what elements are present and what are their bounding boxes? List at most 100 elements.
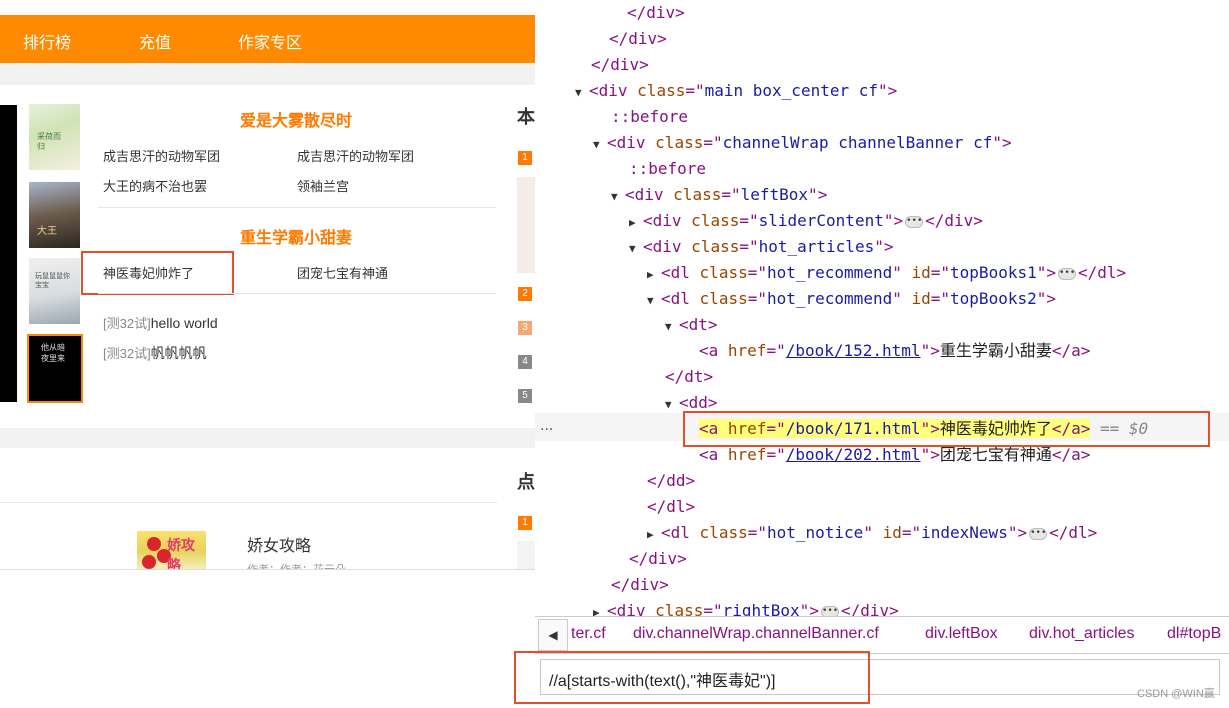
tag-open: > <box>893 211 904 230</box>
hot-link[interactable]: 大王的病不治也罢 <box>103 176 207 195</box>
breadcrumb: ◀ ter.cf div.channelWrap.channelBanner.c… <box>535 616 1229 654</box>
top-books2-title[interactable]: 重生学霸小甜妻 <box>240 224 352 248</box>
slider-content[interactable] <box>0 105 17 402</box>
tree-node[interactable]: ▼ <div class="main box_center cf"> <box>575 78 897 104</box>
tree-node[interactable]: </dt> <box>665 364 713 390</box>
hot-link[interactable]: 成吉思汗的动物军团 <box>103 146 220 165</box>
book-cover[interactable]: 玩鼠鼠鼠你宝宝 <box>29 258 80 324</box>
attr-value: hot_recommend <box>766 263 893 282</box>
nav-recharge[interactable]: 充值 <box>139 29 171 53</box>
tree-space <box>646 601 656 616</box>
tree-space <box>682 237 692 256</box>
tag-close: </div> <box>629 549 687 568</box>
attr-name: class <box>637 81 686 100</box>
tag-open: <div <box>643 237 682 256</box>
pseudo-element: ::before <box>611 107 689 126</box>
tree-token: " <box>892 263 902 282</box>
book-card-author: 作者：作者：花云朵 <box>247 563 346 570</box>
highlight-box <box>683 411 1210 447</box>
tree-node[interactable]: ▼ <dl class="hot_recommend" id="topBooks2… <box>647 286 1056 312</box>
tree-token: =" <box>703 601 723 616</box>
nav-rank[interactable]: 排行榜 <box>23 29 71 53</box>
tag-open: > <box>817 185 828 204</box>
tag-close: </dd> <box>647 471 696 490</box>
ellipsis-icon: ••• <box>820 605 839 616</box>
breadcrumb-item[interactable]: div.hot_articles <box>1029 625 1135 643</box>
tree-node[interactable]: <a href="/book/152.html">重生学霸小甜妻</a> <box>699 338 1090 364</box>
attr-value: main box_center cf <box>704 81 878 100</box>
tree-node[interactable]: ▼ <div class="channelWrap channelBanner c… <box>593 130 1012 156</box>
tag-close: </dl> <box>1049 523 1098 542</box>
elements-tree[interactable]: </div> </div> </div> ▼ <div class="main box_… <box>535 0 1229 616</box>
screenshot: 排行榜 充值 作家专区 采荷而归 大王 玩鼠鼠鼠你宝宝 他从暗夜里来 爱是大雾散… <box>0 0 1229 708</box>
attr-value: leftBox <box>740 185 809 204</box>
band-top <box>0 63 535 85</box>
tree-node[interactable]: </dl> <box>647 494 695 520</box>
book-cover[interactable]: 采荷而归 <box>29 104 80 170</box>
breadcrumb-item[interactable]: dl#topB <box>1167 625 1221 643</box>
attr-name: class <box>691 211 740 230</box>
tree-token: "> <box>920 445 940 464</box>
watermark: CSDN @WIN赢 <box>1137 688 1215 700</box>
attr-name: class <box>655 133 704 152</box>
book-card-title[interactable]: 娇女攻略 <box>247 532 311 556</box>
tree-space <box>690 263 700 282</box>
top-nav: 排行榜 充值 作家专区 <box>0 15 535 63</box>
tree-node[interactable]: </dd> <box>647 468 695 494</box>
tree-node[interactable]: </div> <box>591 52 649 78</box>
side-cover[interactable] <box>517 177 535 273</box>
tree-node[interactable]: </div> <box>609 26 667 52</box>
notice-item[interactable]: [测32试]hello world <box>103 313 218 332</box>
tree-node[interactable]: ▼ <div class="leftBox"> <box>611 182 827 208</box>
side-heading: 点 <box>517 472 535 493</box>
tree-node[interactable]: </div> <box>611 572 669 598</box>
triangle-right-icon: ▶ <box>629 216 636 229</box>
triangle-right-icon: ▶ <box>647 268 654 281</box>
divider <box>98 293 496 294</box>
tag-open: > <box>1017 523 1028 542</box>
book-cover-active[interactable]: 他从暗夜里来 <box>27 334 83 403</box>
chevron-left-icon[interactable]: ◀ <box>538 619 568 651</box>
triangle-down-icon: ▼ <box>611 190 618 203</box>
tree-space <box>628 81 638 100</box>
hot-link[interactable]: 成吉思汗的动物军团 <box>297 146 414 165</box>
tree-space <box>646 133 656 152</box>
tree-node[interactable]: ▶ <div class="rightBox"> ••• </div> <box>593 598 899 616</box>
tree-space <box>902 263 912 282</box>
attr-value: hot_articles <box>758 237 875 256</box>
breadcrumb-item[interactable]: div.leftBox <box>925 625 998 643</box>
tree-token: =" <box>739 211 759 230</box>
nav-author-zone[interactable]: 作家专区 <box>238 29 302 53</box>
tree-node[interactable]: ::before <box>611 104 688 130</box>
tag-open: > <box>1046 289 1057 308</box>
tree-node[interactable]: ▶ <dl class="hot_recommend" id="topBooks1… <box>647 260 1126 286</box>
tree-node[interactable]: </div> <box>627 0 685 26</box>
tree-node[interactable]: ▼ <dt> <box>665 312 718 338</box>
tree-space <box>902 289 912 308</box>
berry-icon <box>147 537 161 551</box>
tree-node[interactable]: ▶ <dl class="hot_notice" id="indexNews"> •… <box>647 520 1097 546</box>
breadcrumb-item[interactable]: ter.cf <box>571 625 606 643</box>
tree-node[interactable]: ::before <box>629 156 706 182</box>
attr-name: class <box>699 523 748 542</box>
book-card-cover[interactable]: 娇攻略 <box>137 531 206 569</box>
attr-value: indexNews <box>921 523 1008 542</box>
tree-token: "> <box>920 341 940 360</box>
tree-node[interactable]: ▶ <div class="sliderContent"> ••• </div> <box>629 208 983 234</box>
tag-open: > <box>887 81 898 100</box>
attr-value: /book/152.html <box>785 341 921 360</box>
tree-link: <a href="/book/152.html">重生学霸小甜妻</a> <box>699 341 1090 360</box>
notice-item[interactable]: [测32试]帆帆帆帆 <box>103 343 207 363</box>
tag-close: </div> <box>609 29 667 48</box>
tree-space <box>664 185 674 204</box>
tree-token: " <box>878 81 888 100</box>
tree-node[interactable]: </div> <box>629 546 687 572</box>
book-cover[interactable]: 大王 <box>29 182 80 248</box>
hot-link[interactable]: 领袖兰宫 <box>297 176 349 195</box>
breadcrumb-item[interactable]: div.channelWrap.channelBanner.cf <box>633 625 879 643</box>
top-books1-title[interactable]: 爱是大雾散尽时 <box>240 107 352 131</box>
divider <box>98 207 496 208</box>
side-cover[interactable] <box>517 541 535 569</box>
hot-link[interactable]: 团宠七宝有神通 <box>297 263 388 282</box>
tree-node[interactable]: ▼ <div class="hot_articles"> <box>629 234 893 260</box>
